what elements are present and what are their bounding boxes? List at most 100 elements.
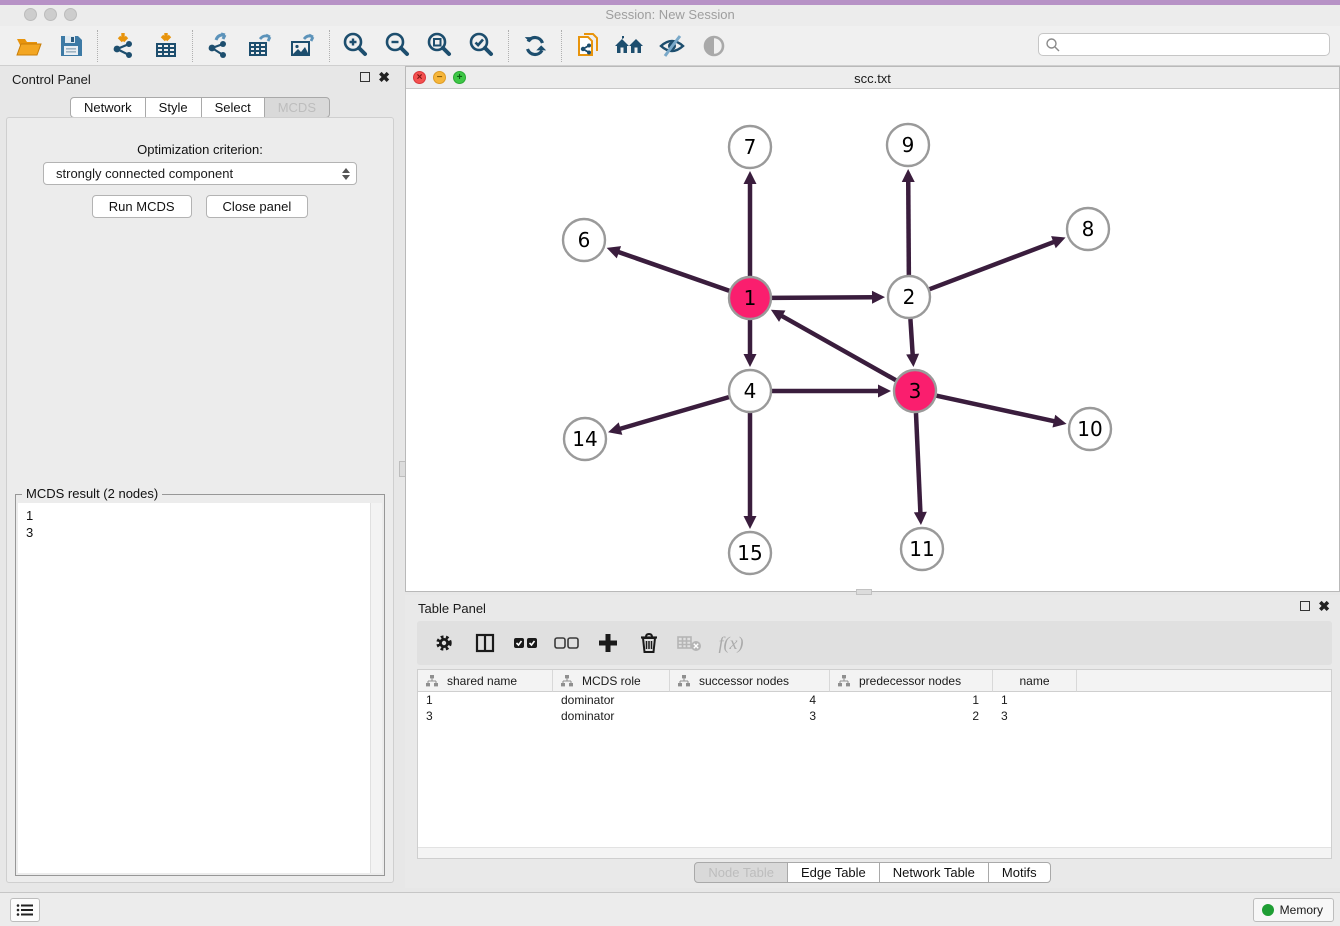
- tab-edge-table[interactable]: Edge Table: [787, 862, 880, 883]
- graph-node-label: 10: [1077, 417, 1102, 441]
- new-network-from-selection-icon[interactable]: [567, 29, 609, 63]
- graph-node-label: 15: [737, 541, 762, 565]
- cell-mcds-role[interactable]: dominator: [553, 708, 670, 724]
- hide-graphics-icon[interactable]: [651, 29, 693, 63]
- graph-edge-arrowhead: [608, 422, 622, 434]
- cell-predecessor-nodes[interactable]: 2: [830, 708, 993, 724]
- close-panel-icon[interactable]: ✖: [378, 72, 390, 82]
- zoom-fit-icon[interactable]: [419, 29, 461, 63]
- column-type-icon: [426, 675, 438, 687]
- tab-network-table[interactable]: Network Table: [879, 862, 989, 883]
- app-titlebar: Session: New Session: [0, 0, 1340, 26]
- column-header-successor-nodes[interactable]: successor nodes: [670, 670, 830, 692]
- cell-name[interactable]: 1: [993, 692, 1077, 708]
- toolbar-separator: [329, 30, 330, 62]
- graph-node-label: 6: [578, 228, 591, 252]
- import-network-icon[interactable]: [103, 29, 145, 63]
- search-icon: [1045, 37, 1061, 53]
- optimization-criterion-select[interactable]: strongly connected component: [43, 162, 357, 185]
- graph-edge-3-10[interactable]: [936, 396, 1055, 422]
- mcds-tab-content: Optimization criterion: strongly connect…: [6, 117, 394, 883]
- table-horizontal-scrollbar[interactable]: [418, 847, 1331, 858]
- show-column-panel-icon[interactable]: [472, 630, 498, 656]
- control-panel-title: Control Panel: [12, 72, 91, 87]
- column-label: name: [1019, 674, 1049, 688]
- export-table-icon[interactable]: [240, 29, 282, 63]
- run-mcds-button[interactable]: Run MCDS: [92, 195, 192, 218]
- export-image-icon[interactable]: [282, 29, 324, 63]
- graph-edge-arrowhead: [1052, 415, 1066, 428]
- tab-style[interactable]: Style: [145, 97, 202, 118]
- optimization-criterion-label: Optimization criterion:: [7, 142, 393, 157]
- network-canvas[interactable]: 1234678910111415: [406, 89, 1339, 591]
- table-options-gear-icon[interactable]: [431, 630, 457, 656]
- graph-edge-3-1[interactable]: [780, 315, 895, 380]
- graph-edge-1-2[interactable]: [772, 297, 874, 298]
- graph-node-label: 1: [744, 286, 757, 310]
- tab-motifs[interactable]: Motifs: [988, 862, 1051, 883]
- export-network-icon[interactable]: [198, 29, 240, 63]
- table-row[interactable]: 1 dominator 4 1 1: [418, 692, 1331, 708]
- network-window-titlebar[interactable]: × − + scc.txt: [406, 67, 1339, 89]
- cell-mcds-role[interactable]: dominator: [553, 692, 670, 708]
- tab-node-table[interactable]: Node Table: [694, 862, 788, 883]
- unselect-all-columns-icon[interactable]: [554, 630, 580, 656]
- graph-edge-arrowhead: [744, 171, 757, 184]
- cell-successor-nodes[interactable]: 3: [670, 708, 830, 724]
- column-header-shared-name[interactable]: shared name: [418, 670, 553, 692]
- table-panel-title: Table Panel: [418, 601, 486, 616]
- search-input[interactable]: [1061, 36, 1329, 54]
- list-icon: [16, 903, 34, 917]
- graph-edge-1-6[interactable]: [617, 252, 729, 291]
- tab-select[interactable]: Select: [201, 97, 265, 118]
- network-graph[interactable]: 1234678910111415: [406, 89, 1339, 591]
- save-session-icon[interactable]: [50, 29, 92, 63]
- import-table-icon[interactable]: [145, 29, 187, 63]
- float-panel-icon[interactable]: [360, 72, 370, 82]
- table-row[interactable]: 3 dominator 3 2 3: [418, 708, 1331, 724]
- cell-successor-nodes[interactable]: 4: [670, 692, 830, 708]
- column-header-predecessor-nodes[interactable]: predecessor nodes: [830, 670, 993, 692]
- graph-edge-4-14[interactable]: [619, 397, 729, 429]
- graph-edge-2-9[interactable]: [908, 180, 909, 275]
- mcds-result-textarea[interactable]: 1 3: [18, 503, 382, 873]
- control-panel: Control Panel ✖ Network Style Select MCD…: [0, 66, 400, 892]
- result-scrollbar[interactable]: [370, 503, 382, 873]
- network-view-window: × − + scc.txt 1234678910111415: [405, 66, 1340, 592]
- cell-name[interactable]: 3: [993, 708, 1077, 724]
- select-all-columns-icon[interactable]: [513, 630, 539, 656]
- delete-column-icon[interactable]: [636, 630, 662, 656]
- graph-node-label: 4: [744, 379, 757, 403]
- close-panel-button[interactable]: Close panel: [206, 195, 309, 218]
- graph-node-label: 11: [909, 537, 934, 561]
- refresh-view-icon[interactable]: [514, 29, 556, 63]
- task-history-button[interactable]: [10, 898, 40, 922]
- column-label: shared name: [447, 674, 517, 688]
- tab-network[interactable]: Network: [70, 97, 146, 118]
- open-file-icon[interactable]: [8, 29, 50, 63]
- close-table-panel-icon[interactable]: ✖: [1318, 601, 1330, 611]
- cell-shared-name[interactable]: 1: [418, 692, 553, 708]
- float-table-panel-icon[interactable]: [1300, 601, 1310, 611]
- toolbar-separator: [561, 30, 562, 62]
- cell-predecessor-nodes[interactable]: 1: [830, 692, 993, 708]
- tab-mcds[interactable]: MCDS: [264, 97, 330, 118]
- graph-edge-2-3[interactable]: [910, 319, 912, 356]
- graph-edge-3-11[interactable]: [916, 413, 920, 514]
- column-type-icon: [561, 675, 573, 687]
- cell-shared-name[interactable]: 3: [418, 708, 553, 724]
- show-graphics-icon[interactable]: [693, 29, 735, 63]
- graph-node-label: 8: [1082, 217, 1095, 241]
- add-column-icon[interactable]: [595, 630, 621, 656]
- zoom-in-icon[interactable]: [335, 29, 377, 63]
- show-home-icon[interactable]: [609, 29, 651, 63]
- column-header-name[interactable]: name: [993, 670, 1077, 692]
- zoom-selected-icon[interactable]: [461, 29, 503, 63]
- memory-button[interactable]: Memory: [1253, 898, 1334, 922]
- graph-edge-2-8[interactable]: [930, 241, 1056, 289]
- mcds-result-title: MCDS result (2 nodes): [22, 486, 162, 501]
- function-builder-icon-disabled: f(x): [718, 630, 744, 656]
- graph-node-label: 14: [572, 427, 597, 451]
- zoom-out-icon[interactable]: [377, 29, 419, 63]
- column-header-mcds-role[interactable]: MCDS role: [553, 670, 670, 692]
